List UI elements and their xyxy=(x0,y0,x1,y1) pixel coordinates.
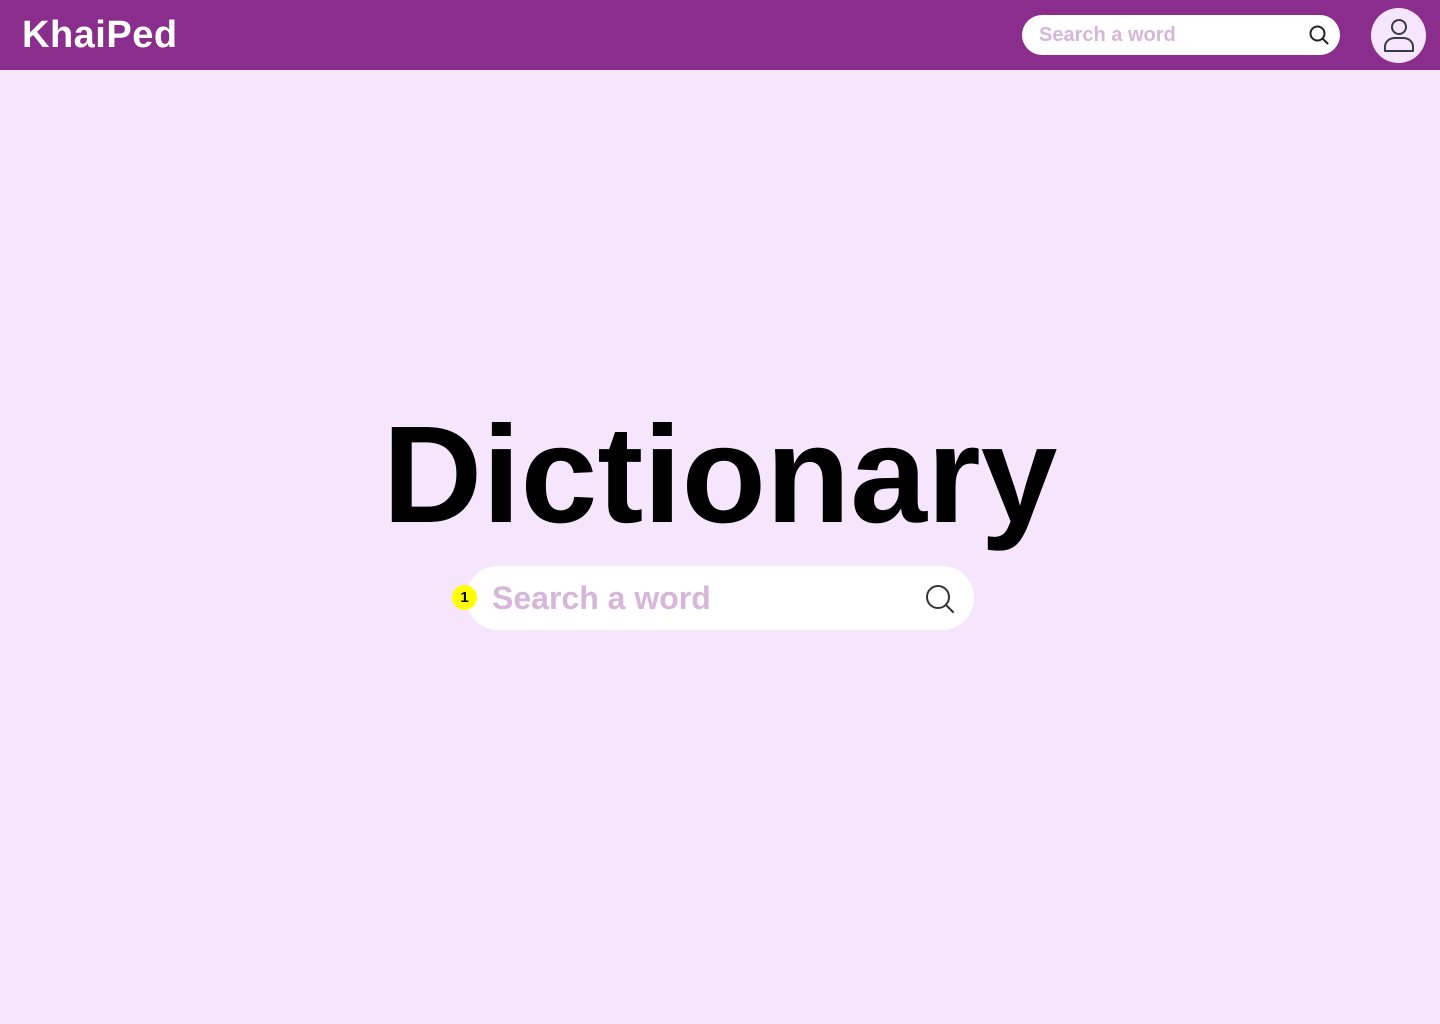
main-search-box xyxy=(466,566,974,630)
annotation-marker: 1 xyxy=(452,585,477,610)
site-logo[interactable]: KhaiPed xyxy=(22,13,178,57)
main-search-input[interactable] xyxy=(492,578,912,618)
header-search-box xyxy=(1022,15,1340,55)
top-navigation-bar: KhaiPed xyxy=(0,0,1440,70)
search-icon[interactable] xyxy=(1308,24,1330,46)
search-icon[interactable] xyxy=(924,583,956,615)
header-search-input[interactable] xyxy=(1039,21,1299,49)
page-title: Dictionary xyxy=(382,398,1058,552)
user-avatar-button[interactable] xyxy=(1371,8,1426,63)
user-icon xyxy=(1384,19,1414,52)
